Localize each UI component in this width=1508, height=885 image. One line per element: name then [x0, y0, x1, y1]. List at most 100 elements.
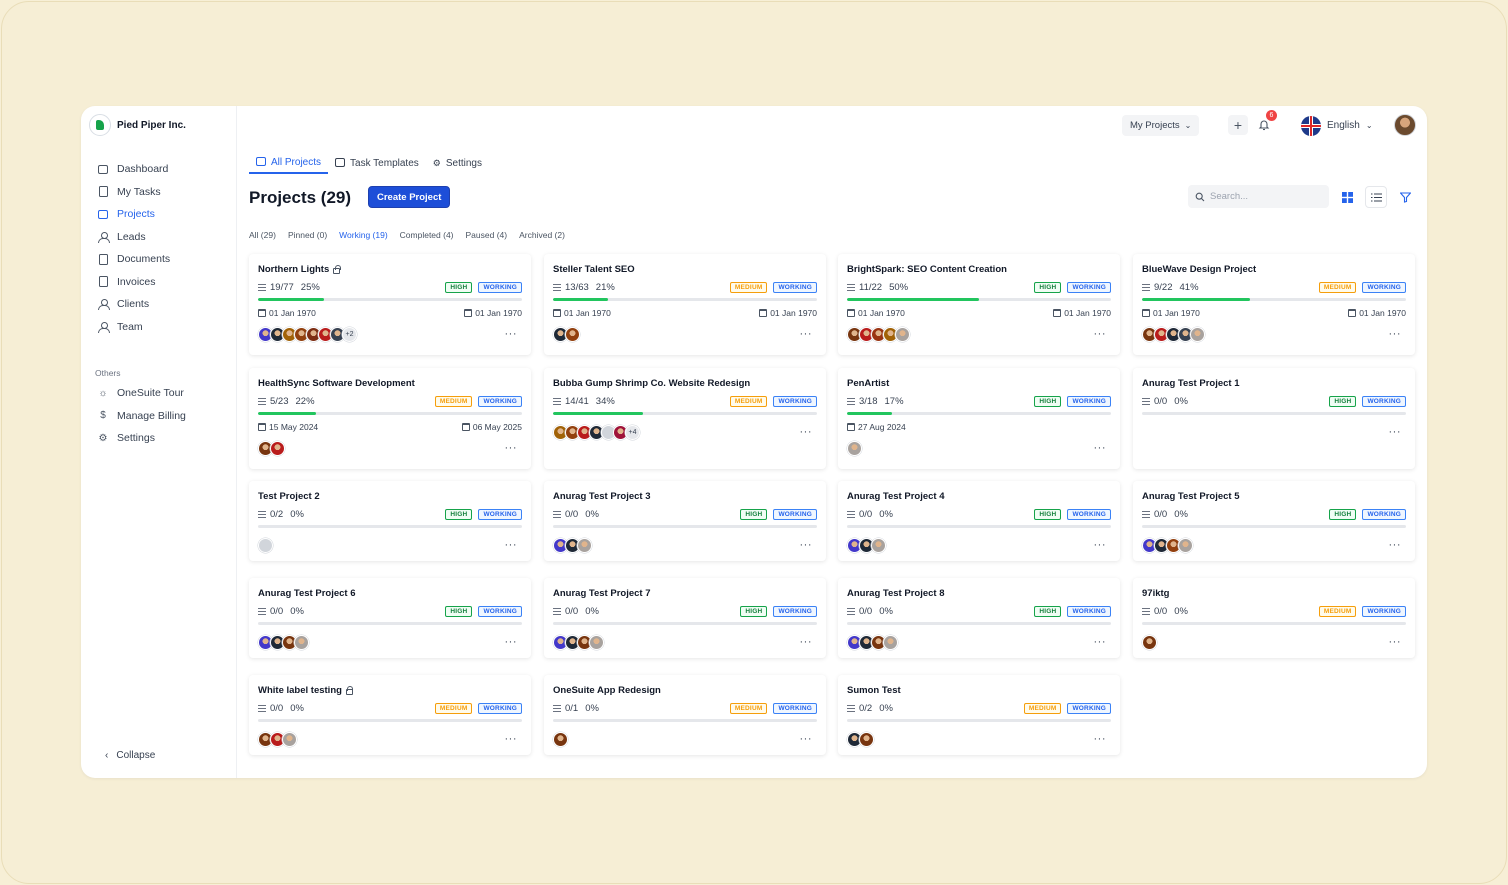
assignee-avatars[interactable]	[847, 441, 862, 456]
project-title[interactable]: Anurag Test Project 3	[553, 491, 651, 502]
collapse-button[interactable]: ‹ Collapse	[105, 750, 155, 761]
notifications-button[interactable]: 6	[1254, 110, 1277, 135]
create-project-button[interactable]: Create Project	[368, 186, 451, 208]
filter-pinned[interactable]: Pinned (0)	[288, 230, 327, 240]
assignee-avatars[interactable]	[1142, 538, 1193, 553]
project-card[interactable]: PenArtist 3/18 17% HIGH WORKING 27 Aug 2024 ··…	[838, 368, 1120, 469]
more-options-icon[interactable]: ···	[800, 636, 813, 648]
project-card[interactable]: BrightSpark: SEO Content Creation 11/22 50…	[838, 254, 1120, 355]
more-options-icon[interactable]: ···	[505, 636, 518, 648]
sidebar-item-invoices[interactable]: Invoices	[97, 271, 227, 294]
sidebar-item-onesuite-tour[interactable]: ☼ OneSuite Tour	[97, 382, 227, 405]
project-title[interactable]: PenArtist	[847, 378, 889, 389]
assignee-avatars[interactable]	[553, 732, 568, 747]
project-title[interactable]: OneSuite App Redesign	[553, 685, 661, 696]
assignee-avatars[interactable]	[258, 441, 285, 456]
assignee-avatars[interactable]: +2	[258, 327, 357, 342]
project-card[interactable]: OneSuite App Redesign 0/1 0% MEDIUM WORKING ·…	[544, 675, 826, 755]
project-title[interactable]: Anurag Test Project 5	[1142, 491, 1240, 502]
project-title[interactable]: Sumon Test	[847, 685, 901, 696]
assignee-avatars[interactable]	[847, 732, 874, 747]
filter-completed[interactable]: Completed (4)	[400, 230, 454, 240]
sidebar-item-leads[interactable]: Leads	[97, 226, 227, 249]
assignee-avatars[interactable]	[553, 327, 580, 342]
assignee-avatars[interactable]	[258, 732, 297, 747]
brand[interactable]: Pied Piper Inc.	[89, 114, 186, 136]
assignee-avatars[interactable]	[847, 327, 910, 342]
project-title[interactable]: Anurag Test Project 4	[847, 491, 945, 502]
project-card[interactable]: BlueWave Design Project 9/22 41% MEDIUM WORK…	[1133, 254, 1415, 355]
project-title[interactable]: Test Project 2	[258, 491, 320, 502]
project-title[interactable]: Anurag Test Project 8	[847, 588, 945, 599]
search-input[interactable]	[1210, 191, 1320, 202]
sidebar-item-settings[interactable]: ⚙ Settings	[97, 427, 227, 450]
filter-archived[interactable]: Archived (2)	[519, 230, 565, 240]
project-card[interactable]: Bubba Gump Shrimp Co. Website Redesign 14…	[544, 368, 826, 469]
project-title[interactable]: BlueWave Design Project	[1142, 264, 1256, 275]
sidebar-item-my-tasks[interactable]: My Tasks	[97, 181, 227, 204]
more-options-icon[interactable]: ···	[505, 328, 518, 340]
more-options-icon[interactable]: ···	[800, 733, 813, 745]
tab-all-projects[interactable]: All Projects	[249, 152, 329, 174]
sidebar-item-team[interactable]: Team	[97, 316, 227, 339]
project-title[interactable]: Northern Lights	[258, 264, 341, 275]
project-card[interactable]: HealthSync Software Development 5/23 22% ME…	[249, 368, 531, 469]
more-options-icon[interactable]: ···	[1389, 426, 1402, 438]
assignee-avatars[interactable]	[847, 538, 886, 553]
more-options-icon[interactable]: ···	[1389, 328, 1402, 340]
filter-working[interactable]: Working (19)	[339, 230, 388, 240]
more-options-icon[interactable]: ···	[800, 328, 813, 340]
more-options-icon[interactable]: ···	[800, 539, 813, 551]
project-title[interactable]: BrightSpark: SEO Content Creation	[847, 264, 1007, 275]
more-options-icon[interactable]: ···	[800, 426, 813, 438]
more-options-icon[interactable]: ···	[1389, 539, 1402, 551]
project-card[interactable]: Anurag Test Project 8 0/0 0% HIGH WORKING ···	[838, 578, 1120, 658]
grid-view-button[interactable]	[1336, 186, 1358, 208]
tab-settings[interactable]: ⚙ Settings	[426, 152, 489, 174]
tab-task-templates[interactable]: Task Templates	[328, 152, 426, 174]
filter-all[interactable]: All (29)	[249, 230, 276, 240]
assignee-avatars[interactable]	[1142, 635, 1157, 650]
assignee-avatars[interactable]	[553, 635, 604, 650]
sidebar-item-documents[interactable]: Documents	[97, 248, 227, 271]
add-button[interactable]: +	[1228, 115, 1248, 135]
user-avatar[interactable]	[1394, 114, 1416, 136]
assignee-avatars[interactable]	[258, 538, 273, 553]
project-card[interactable]: Anurag Test Project 6 0/0 0% HIGH WORKING ···	[249, 578, 531, 658]
assignee-avatars[interactable]	[258, 635, 309, 650]
more-options-icon[interactable]: ···	[1094, 733, 1107, 745]
project-card[interactable]: Sumon Test 0/2 0% MEDIUM WORKING ···	[838, 675, 1120, 755]
project-title[interactable]: Anurag Test Project 7	[553, 588, 651, 599]
project-card[interactable]: Anurag Test Project 3 0/0 0% HIGH WORKING ···	[544, 481, 826, 561]
project-card[interactable]: Anurag Test Project 4 0/0 0% HIGH WORKING ···	[838, 481, 1120, 561]
assignee-avatars[interactable]	[1142, 327, 1205, 342]
filter-button[interactable]	[1394, 186, 1416, 208]
project-card[interactable]: Anurag Test Project 1 0/0 0% HIGH WORKING ···	[1133, 368, 1415, 469]
project-title[interactable]: HealthSync Software Development	[258, 378, 415, 389]
more-options-icon[interactable]: ···	[505, 539, 518, 551]
project-title[interactable]: Bubba Gump Shrimp Co. Website Redesign	[553, 378, 750, 389]
more-options-icon[interactable]: ···	[1094, 328, 1107, 340]
project-card[interactable]: Anurag Test Project 7 0/0 0% HIGH WORKING ···	[544, 578, 826, 658]
sidebar-item-manage-billing[interactable]: $ Manage Billing	[97, 405, 227, 428]
project-title[interactable]: White label testing	[258, 685, 354, 696]
project-card[interactable]: Anurag Test Project 5 0/0 0% HIGH WORKING ···	[1133, 481, 1415, 561]
project-title[interactable]: Anurag Test Project 1	[1142, 378, 1240, 389]
project-card[interactable]: Test Project 2 0/2 0% HIGH WORKING ···	[249, 481, 531, 561]
project-card[interactable]: 97iktg 0/0 0% MEDIUM WORKING ···	[1133, 578, 1415, 658]
more-options-icon[interactable]: ···	[1094, 442, 1107, 454]
my-projects-dropdown[interactable]: My Projects ⌄	[1122, 115, 1200, 136]
assignee-avatars[interactable]	[847, 635, 898, 650]
sidebar-item-dashboard[interactable]: Dashboard	[97, 158, 227, 181]
project-card[interactable]: Steller Talent SEO 13/63 21% MEDIUM WORKING 0…	[544, 254, 826, 355]
assignee-avatars[interactable]: +4	[553, 425, 640, 440]
project-title[interactable]: Steller Talent SEO	[553, 264, 635, 275]
more-options-icon[interactable]: ···	[1389, 636, 1402, 648]
list-view-button[interactable]	[1365, 186, 1387, 208]
filter-paused[interactable]: Paused (4)	[466, 230, 508, 240]
project-title[interactable]: 97iktg	[1142, 588, 1169, 599]
more-options-icon[interactable]: ···	[1094, 539, 1107, 551]
more-options-icon[interactable]: ···	[505, 442, 518, 454]
assignee-avatars[interactable]	[553, 538, 592, 553]
more-options-icon[interactable]: ···	[1094, 636, 1107, 648]
